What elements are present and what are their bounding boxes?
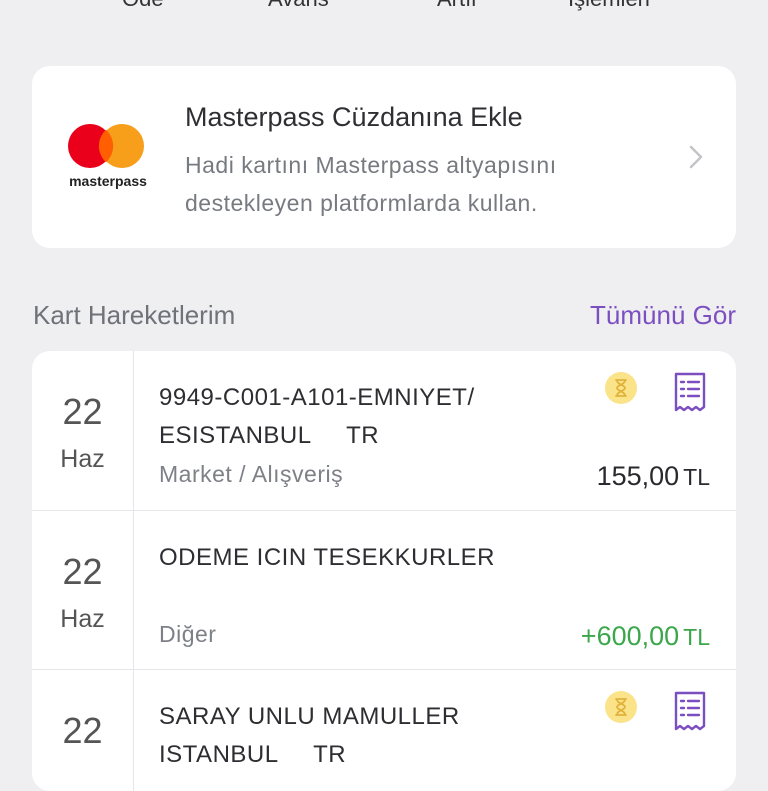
transaction-category: Market / Alışveriş: [159, 461, 344, 487]
transaction-category: Diğer: [159, 621, 217, 647]
transaction-amount: 155,00 TL: [597, 461, 710, 492]
transaction-row[interactable]: 22 Haz 9949-C001-A101-EMNIYET/ ESISTANBU…: [32, 351, 736, 510]
hourglass-icon: [605, 372, 637, 404]
transaction-list: 22 Haz 9949-C001-A101-EMNIYET/ ESISTANBU…: [32, 351, 736, 791]
advance-action-label[interactable]: Avans: [268, 0, 329, 12]
transaction-description: SARAY UNLU MAMULLER ISTANBUL TR: [159, 703, 460, 768]
transaction-month: Haz: [60, 605, 105, 633]
transaction-description: 9949-C001-A101-EMNIYET/ ESISTANBUL TR: [159, 384, 475, 449]
transaction-date: 22: [32, 670, 134, 791]
transactions-action-label[interactable]: İşlemleri: [568, 0, 650, 12]
transaction-currency: TL: [683, 624, 710, 650]
transaction-day: 22: [62, 551, 103, 592]
transaction-day: 22: [62, 391, 103, 432]
hourglass-icon: [605, 691, 637, 723]
transaction-amount-value: 155,00: [596, 461, 680, 491]
masterpass-logo: masterpass: [68, 124, 147, 189]
transaction-description: ODEME ICIN TESEKKURLER: [159, 544, 495, 571]
transaction-row[interactable]: 22 SARAY UNLU MAMULLER ISTANBUL TR: [32, 669, 736, 791]
card-transactions-title: Kart Hareketlerim: [33, 300, 236, 330]
masterpass-card[interactable]: masterpass Masterpass Cüzdanına Ekle Had…: [32, 66, 736, 248]
transaction-date: 22 Haz: [32, 351, 134, 510]
receipt-icon[interactable]: [672, 690, 708, 732]
increase-limit-action-label[interactable]: Artır: [437, 0, 479, 12]
transaction-row[interactable]: 22 Haz ODEME ICIN TESEKKURLER Diğer +600…: [32, 510, 736, 670]
transaction-month: Haz: [60, 445, 105, 473]
transaction-currency: TL: [683, 464, 710, 490]
chevron-right-icon: [689, 145, 703, 169]
transaction-amount: [706, 780, 710, 791]
transaction-amount-value: +600,00: [580, 621, 680, 651]
transaction-day: 22: [62, 710, 103, 751]
pay-action-label[interactable]: Öde: [122, 0, 164, 12]
receipt-icon[interactable]: [672, 371, 708, 413]
masterpass-description: Hadi kartını Masterpass altyapısını dest…: [185, 152, 557, 216]
see-all-link[interactable]: Tümünü Gör: [590, 300, 736, 331]
transaction-amount: +600,00 TL: [581, 621, 710, 652]
transaction-date: 22 Haz: [32, 511, 134, 670]
masterpass-logo-text: masterpass: [69, 173, 147, 189]
top-action-bar: Öde Avans Artır İşlemleri: [0, 0, 768, 16]
masterpass-title: Masterpass Cüzdanına Ekle: [185, 102, 523, 132]
